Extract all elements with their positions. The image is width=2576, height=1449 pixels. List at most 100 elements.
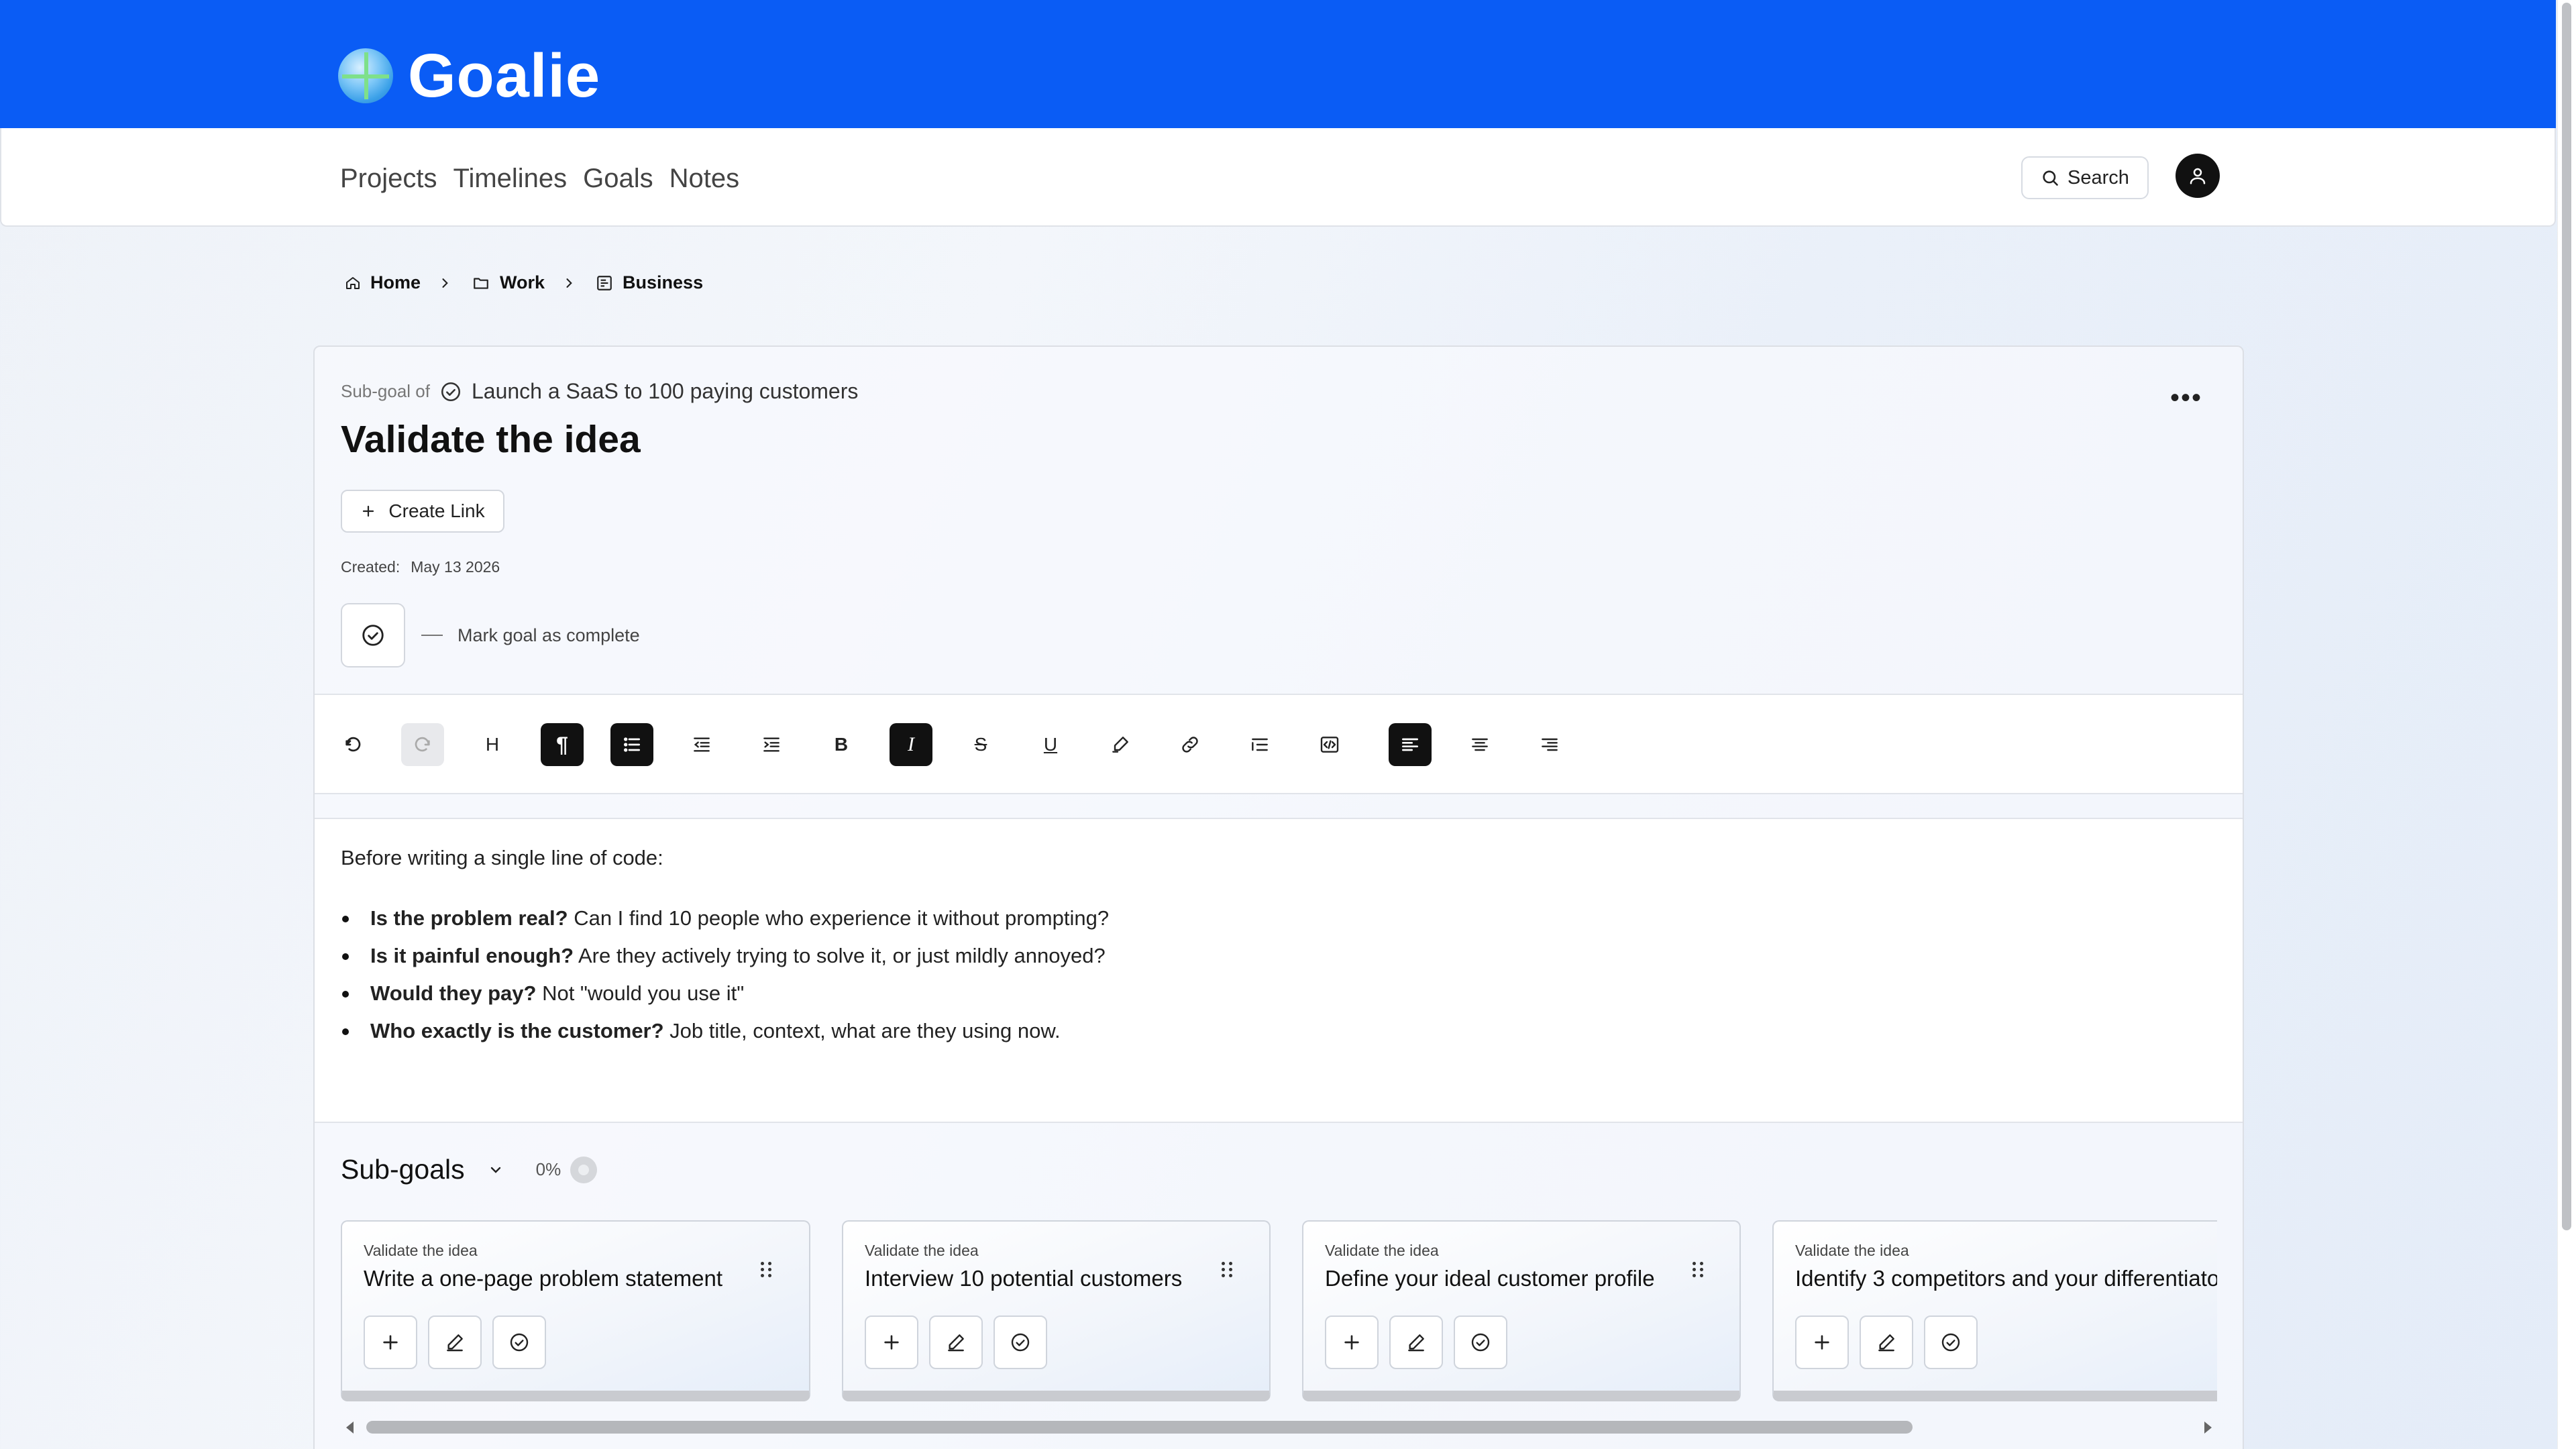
more-options-icon[interactable]: ••• xyxy=(2170,384,2202,411)
complete-subgoal-button[interactable] xyxy=(1454,1316,1507,1369)
subgoal-name[interactable]: Define your ideal customer profile xyxy=(1325,1266,1655,1291)
user-icon xyxy=(2190,168,2206,184)
edit-subgoal-button[interactable] xyxy=(1860,1316,1913,1369)
scrollbar-thumb[interactable] xyxy=(366,1421,1913,1434)
blockquote-button[interactable] xyxy=(1238,723,1281,766)
check-circle-icon xyxy=(362,625,384,646)
drag-handle-icon[interactable] xyxy=(1693,1262,1704,1277)
nav-link-notes[interactable]: Notes xyxy=(669,162,740,195)
italic-icon: I xyxy=(908,733,914,755)
chevron-down-icon[interactable] xyxy=(488,1162,504,1178)
search-button[interactable]: Search xyxy=(2021,156,2149,199)
underline-button[interactable]: U xyxy=(1029,723,1072,766)
highlight-button[interactable] xyxy=(1099,723,1142,766)
vertical-scrollbar[interactable] xyxy=(2557,0,2576,1449)
add-subgoal-button[interactable] xyxy=(364,1316,417,1369)
subgoals-progress: 0% xyxy=(535,1159,561,1179)
subgoals-title: Sub-goals xyxy=(341,1154,465,1185)
edit-subgoal-button[interactable] xyxy=(929,1316,983,1369)
complete-subgoal-button[interactable] xyxy=(492,1316,546,1369)
subgoal-name[interactable]: Write a one-page problem statement xyxy=(364,1266,722,1291)
subgoal-parent-label: Validate the idea xyxy=(1325,1242,1439,1259)
app-name[interactable]: Goalie xyxy=(408,39,600,113)
breadcrumb-business[interactable]: Business xyxy=(596,272,703,293)
heading-button[interactable]: H xyxy=(471,723,514,766)
create-link-button[interactable]: Create Link xyxy=(341,490,504,533)
drag-handle-icon[interactable] xyxy=(1222,1262,1233,1277)
goal-title[interactable]: Validate the idea xyxy=(341,417,641,462)
subgoal-card[interactable]: Validate the idea Interview 10 potential… xyxy=(842,1220,1271,1401)
pencil-icon xyxy=(1408,1334,1424,1352)
nav-link-goals[interactable]: Goals xyxy=(583,162,653,195)
scroll-right-icon[interactable] xyxy=(2204,1421,2212,1434)
progress-ring-icon xyxy=(570,1156,598,1183)
parent-goal-link[interactable]: Launch a SaaS to 100 paying customers xyxy=(472,379,858,404)
rich-text-editor[interactable]: Before writing a single line of code: Is… xyxy=(315,818,2243,1123)
horizontal-scrollbar[interactable] xyxy=(341,1415,2217,1442)
paragraph-button[interactable]: ¶ xyxy=(541,723,584,766)
home-icon xyxy=(346,276,360,289)
paragraph-icon: ¶ xyxy=(556,732,568,757)
scrollbar-thumb[interactable] xyxy=(2562,3,2571,1230)
align-center-button[interactable] xyxy=(1458,723,1501,766)
pencil-icon xyxy=(447,1334,463,1352)
goalie-logo-icon[interactable] xyxy=(338,48,393,103)
heading-icon: H xyxy=(485,734,500,755)
list-item: Is the problem real? Can I find 10 peopl… xyxy=(341,900,1109,937)
edit-subgoal-button[interactable] xyxy=(1389,1316,1443,1369)
subgoal-actions xyxy=(1795,1316,1978,1369)
complete-subgoal-button[interactable] xyxy=(1924,1316,1978,1369)
scroll-left-icon[interactable] xyxy=(346,1421,354,1434)
list-item-bold: Would they pay? xyxy=(370,981,537,1005)
add-subgoal-button[interactable] xyxy=(865,1316,918,1369)
complete-subgoal-button[interactable] xyxy=(994,1316,1047,1369)
bullet-list-icon xyxy=(624,737,640,752)
subgoal-card[interactable]: Validate the idea Write a one-page probl… xyxy=(341,1220,810,1401)
code-block-icon xyxy=(1320,737,1339,753)
bold-button[interactable]: B xyxy=(820,723,863,766)
bullet-list-button[interactable] xyxy=(610,723,653,766)
nav-link-projects[interactable]: Projects xyxy=(340,162,437,195)
link-button[interactable] xyxy=(1169,723,1212,766)
chevron-right-icon xyxy=(562,276,576,290)
undo-button[interactable] xyxy=(331,723,374,766)
strikethrough-button[interactable]: S xyxy=(959,723,1002,766)
align-left-button[interactable] xyxy=(1389,723,1432,766)
mark-complete-button[interactable] xyxy=(341,603,405,667)
edit-subgoal-button[interactable] xyxy=(428,1316,482,1369)
editor-paragraph: Before writing a single line of code: xyxy=(341,846,663,869)
user-avatar[interactable] xyxy=(2176,154,2220,198)
strikethrough-icon: S xyxy=(974,734,987,755)
subgoal-card[interactable]: Validate the idea Define your ideal cust… xyxy=(1302,1220,1741,1401)
code-block-button[interactable] xyxy=(1308,723,1351,766)
subgoal-parent-label: Validate the idea xyxy=(1795,1242,1909,1259)
subgoals-carousel[interactable]: Validate the idea Write a one-page probl… xyxy=(341,1220,2217,1415)
subgoal-name[interactable]: Identify 3 competitors and your differen… xyxy=(1795,1266,2217,1291)
align-right-icon xyxy=(1542,738,1558,751)
subgoal-actions xyxy=(865,1316,1047,1369)
check-circle-icon xyxy=(510,1333,529,1352)
highlighter-icon xyxy=(1112,737,1128,753)
breadcrumb-label: Home xyxy=(370,272,421,292)
subgoal-name[interactable]: Interview 10 potential customers xyxy=(865,1266,1182,1291)
italic-button[interactable]: I xyxy=(890,723,932,766)
outdent-button[interactable] xyxy=(680,723,723,766)
list-item-bold: Is the problem real? xyxy=(370,906,568,930)
indent-button[interactable] xyxy=(750,723,793,766)
align-right-button[interactable] xyxy=(1528,723,1571,766)
subgoal-of-label: Sub-goal of xyxy=(341,381,430,401)
list-item-bold: Who exactly is the customer? xyxy=(370,1019,664,1042)
breadcrumb-label: Business xyxy=(623,272,704,292)
subgoal-of-row: Sub-goal of Launch a SaaS to 100 paying … xyxy=(341,379,858,404)
drag-handle-icon[interactable] xyxy=(761,1262,772,1277)
redo-button[interactable] xyxy=(401,723,444,766)
mark-complete-label: Mark goal as complete xyxy=(458,625,640,645)
breadcrumb-work[interactable]: Work xyxy=(472,272,545,293)
breadcrumb-home[interactable]: Home xyxy=(345,272,421,293)
underline-icon: U xyxy=(1043,734,1058,755)
add-subgoal-button[interactable] xyxy=(1325,1316,1379,1369)
top-navbar: Projects Timelines Goals Notes Search xyxy=(0,128,2556,227)
subgoal-card[interactable]: Validate the idea Identify 3 competitors… xyxy=(1772,1220,2217,1401)
add-subgoal-button[interactable] xyxy=(1795,1316,1849,1369)
nav-link-timelines[interactable]: Timelines xyxy=(453,162,568,195)
